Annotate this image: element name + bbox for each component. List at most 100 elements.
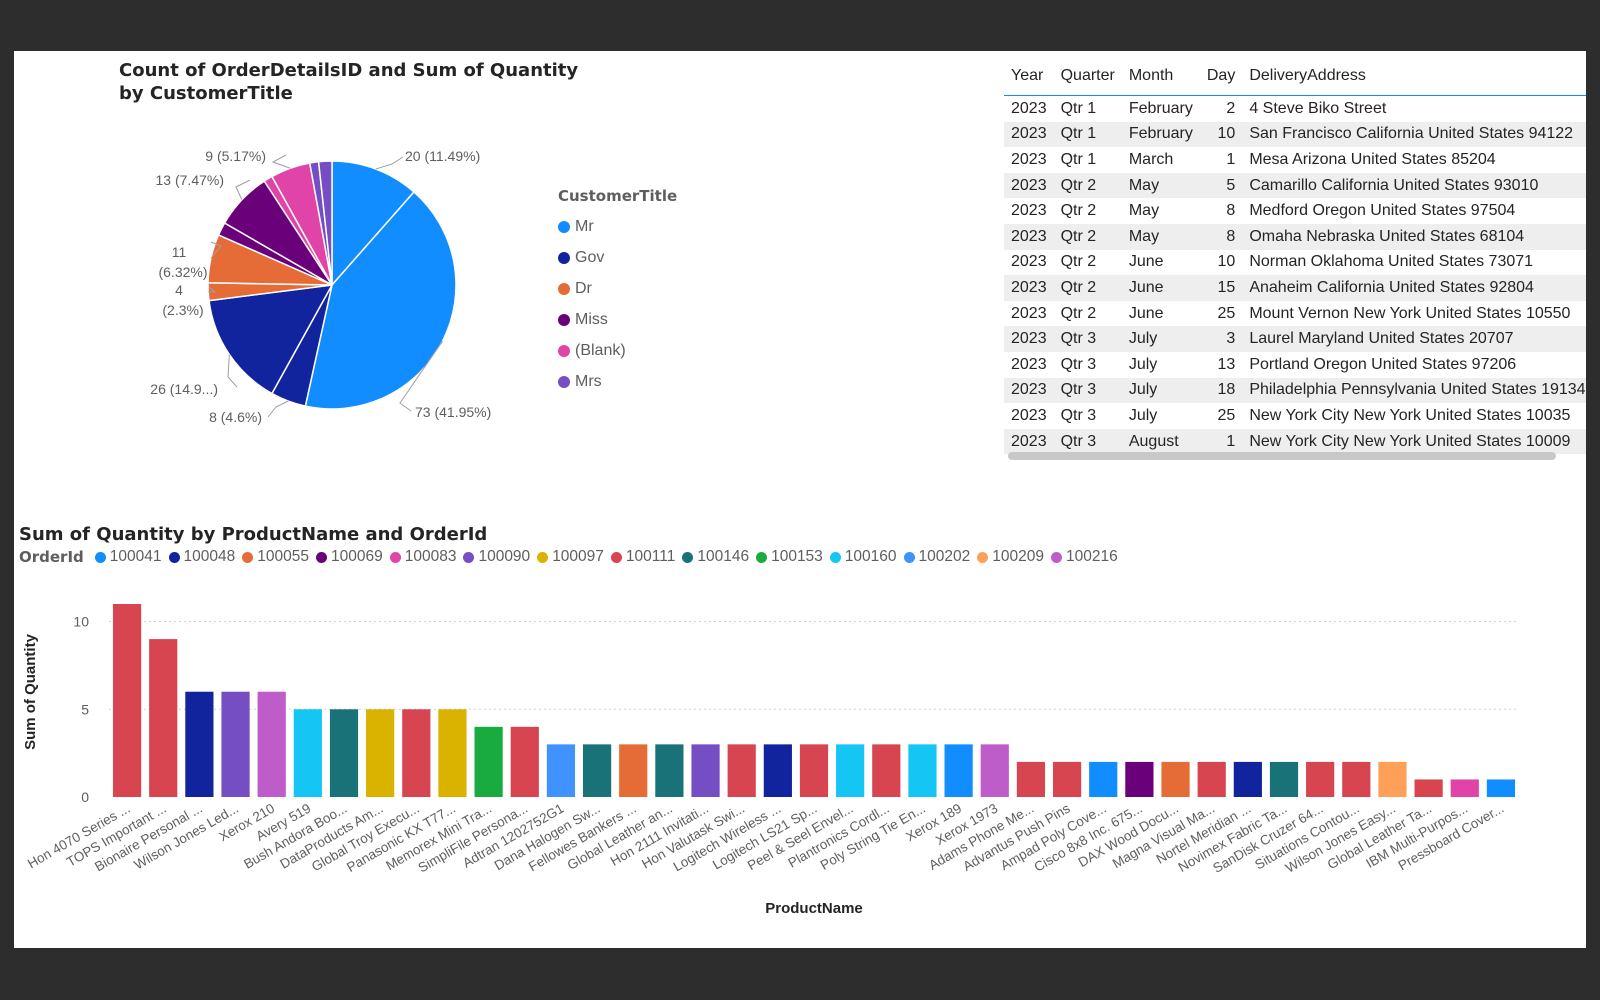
pie-legend-item[interactable]: Miss <box>558 304 677 335</box>
table-cell: 10 <box>1217 125 1236 143</box>
bar[interactable] <box>1233 761 1262 797</box>
bar[interactable] <box>1414 779 1443 797</box>
bar-legend-item[interactable]: 100083 <box>389 548 456 566</box>
bar[interactable] <box>836 744 865 797</box>
bar[interactable] <box>1052 761 1082 797</box>
table-cell: 15 <box>1217 278 1236 296</box>
table-row[interactable]: 2023 Qtr 3 August 1 New York City New York U… <box>1004 428 1586 455</box>
table-row[interactable]: 2023 Qtr 2 June 10 Norman Oklahoma United St… <box>1004 250 1586 276</box>
bar-legend-item[interactable]: 100041 <box>94 548 162 566</box>
bar[interactable] <box>727 744 756 797</box>
table-row[interactable]: 2023 Qtr 3 July 25 New York City New York Un… <box>1004 403 1586 429</box>
bar[interactable] <box>329 709 359 797</box>
bar-legend-label: 100216 <box>1066 548 1118 565</box>
bar[interactable] <box>1125 761 1154 797</box>
bar[interactable] <box>1161 761 1190 797</box>
bar-chart[interactable]: 0510Sum of QuantityHon 4070 Series ...TO… <box>14 581 1586 948</box>
bar-legend-item[interactable]: 100048 <box>168 548 235 566</box>
bar-legend-item[interactable]: 100160 <box>829 548 897 566</box>
table-row[interactable]: 2023 Qtr 2 May 5 Camarillo California United… <box>1004 172 1586 199</box>
bar[interactable] <box>402 709 431 797</box>
bar[interactable] <box>1306 761 1335 797</box>
table-row[interactable]: 2023 Qtr 2 June 25 Mount Vernon New York Uni… <box>1004 301 1586 327</box>
bar[interactable] <box>221 691 250 797</box>
bar-legend-item[interactable]: 100069 <box>315 548 383 566</box>
bar[interactable] <box>112 604 142 797</box>
table-cell: Camarillo California United States 93010 <box>1249 176 1539 194</box>
bar[interactable] <box>691 744 720 797</box>
bar-legend-item[interactable]: 100153 <box>756 548 823 566</box>
bar[interactable] <box>872 744 901 797</box>
pie-legend-item[interactable]: (Blank) <box>558 335 677 366</box>
bar[interactable] <box>582 744 612 797</box>
pie-legend-label: (Blank) <box>575 341 626 359</box>
bar[interactable] <box>1197 761 1226 797</box>
bar-legend-item[interactable]: 100202 <box>903 548 970 566</box>
bar[interactable] <box>1342 761 1371 797</box>
table-cell: 2023 <box>1011 381 1047 399</box>
legend-marker-icon <box>558 313 570 326</box>
table-row[interactable]: 2023 Qtr 2 May 8 Omaha Nebraska United State… <box>1004 223 1586 250</box>
bar[interactable] <box>366 709 395 797</box>
bar-legend-item[interactable]: 100146 <box>682 548 749 566</box>
bar-legend-item[interactable]: 100216 <box>1051 548 1118 566</box>
table-header-cell[interactable]: Quarter <box>1053 57 1122 96</box>
table-cell: Qtr 3 <box>1060 355 1097 373</box>
table-row[interactable]: 2023 Qtr 1 March 1 Mesa Arizona United State… <box>1004 147 1586 173</box>
table-header-cell[interactable]: Day <box>1199 57 1243 96</box>
table-cell: Norman Oklahoma United States 73071 <box>1249 253 1534 271</box>
table-row[interactable]: 2023 Qtr 1 February 10 San Francisco Califor… <box>1004 121 1586 148</box>
bar[interactable] <box>1378 761 1407 797</box>
bar-legend-item[interactable]: 100111 <box>610 548 675 566</box>
bar[interactable] <box>619 744 648 797</box>
bar[interactable] <box>1089 761 1118 797</box>
bar-legend-item[interactable]: 100097 <box>537 548 604 566</box>
bar[interactable] <box>293 709 322 797</box>
bar-legend-item[interactable]: 100209 <box>977 548 1044 566</box>
bar[interactable] <box>149 639 178 797</box>
table-cell: Medford Oregon United States 97504 <box>1249 202 1516 220</box>
table-header-cell[interactable]: DeliveryAddress <box>1242 57 1586 96</box>
bar[interactable] <box>1486 779 1516 797</box>
bar-legend-item[interactable]: 100090 <box>463 548 530 566</box>
delivery-table[interactable]: Year Quarter Month Day DeliveryAddress 2023 Q… <box>1004 57 1586 477</box>
table-header-cell[interactable]: Month <box>1121 57 1200 96</box>
bar-legend-item[interactable]: 100055 <box>242 548 309 566</box>
bar[interactable] <box>908 744 937 797</box>
table-header-cell[interactable]: Year <box>1004 57 1054 96</box>
bar[interactable] <box>799 744 829 797</box>
bar[interactable] <box>257 691 286 797</box>
bar[interactable] <box>763 744 792 797</box>
bar-legend-label: 100209 <box>992 548 1045 565</box>
pie-legend-item[interactable]: Dr <box>558 273 677 304</box>
bar[interactable] <box>1016 761 1046 797</box>
bar[interactable] <box>474 726 503 797</box>
table-cell: Qtr 1 <box>1060 125 1097 143</box>
y-tick-label: 10 <box>73 614 89 630</box>
legend-marker-icon <box>242 551 254 563</box>
table-row[interactable]: 2023 Qtr 3 July 18 Philadelphia Pennsylvania… <box>1004 377 1586 404</box>
bar[interactable] <box>546 744 576 797</box>
pie-legend-item[interactable]: Mrs <box>558 366 677 397</box>
legend-marker-icon <box>94 551 106 563</box>
pie-chart[interactable]: 20 (11.49%) 73 (41.95%) 8 (4.6%) 26 (14.9..… <box>14 51 554 491</box>
pie-data-label: 20 (11.49%) <box>405 148 480 164</box>
pie-legend-item[interactable]: Mr <box>558 211 677 242</box>
table-horizontal-scrollbar[interactable] <box>1008 452 1556 460</box>
bar[interactable] <box>980 744 1009 797</box>
bar[interactable] <box>655 744 684 797</box>
table-row[interactable]: 2023 Qtr 3 July 3 Laurel Maryland United Sta… <box>1004 326 1586 352</box>
table-cell: May <box>1128 176 1160 194</box>
table-row[interactable]: 2023 Qtr 3 July 13 Portland Oregon United St… <box>1004 352 1586 378</box>
bar[interactable] <box>944 744 973 797</box>
legend-marker-icon <box>1051 551 1063 563</box>
bar[interactable] <box>1450 779 1479 797</box>
bar[interactable] <box>185 691 214 797</box>
table-row[interactable]: 2023 Qtr 2 May 8 Medford Oregon United State… <box>1004 198 1586 224</box>
bar[interactable] <box>1269 761 1299 797</box>
table-row[interactable]: 2023 Qtr 2 June 15 Anaheim California United… <box>1004 275 1586 301</box>
bar[interactable] <box>438 709 467 797</box>
table-row[interactable]: 2023 Qtr 1 February 2 4 Steve Biko Street <box>1004 96 1586 122</box>
pie-legend-item[interactable]: Gov <box>558 242 677 273</box>
bar[interactable] <box>510 726 539 797</box>
